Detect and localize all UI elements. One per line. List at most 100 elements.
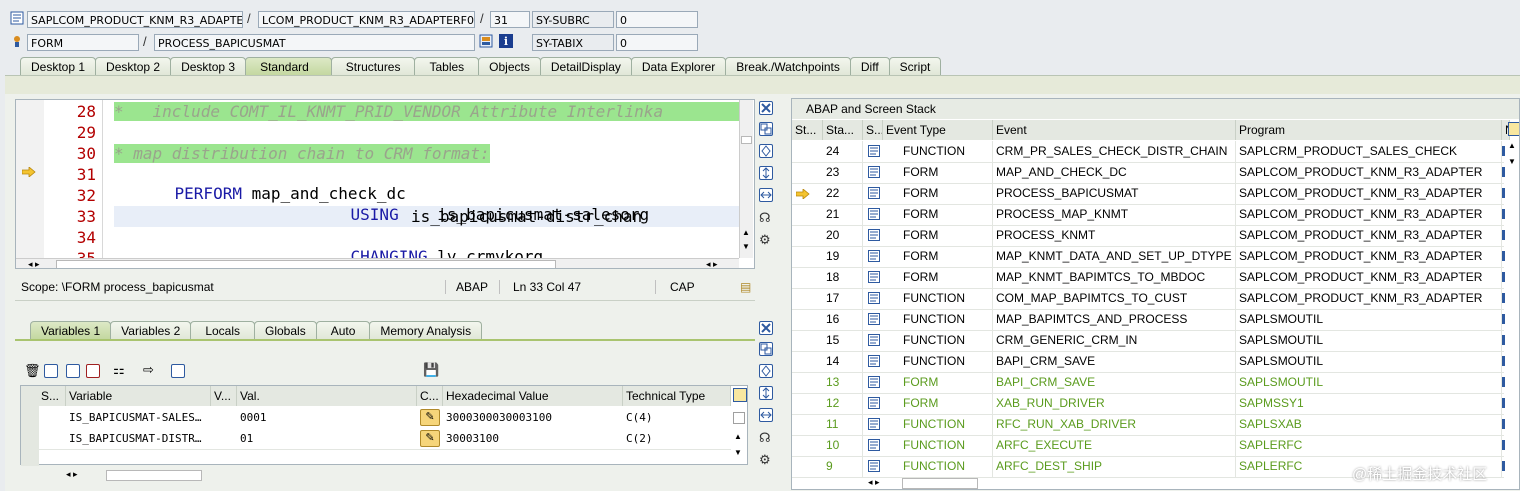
variable-name[interactable]: IS_BAPICUSMAT-SALES… <box>66 407 211 428</box>
program-name[interactable]: SAPLSMOUTIL <box>1236 330 1502 351</box>
program-name[interactable]: SAPLSMOUTIL <box>1236 351 1502 372</box>
tab-detail-display[interactable]: DetailDisplay <box>539 57 632 76</box>
column-header-event-type[interactable]: Event Type <box>883 120 993 140</box>
event-type[interactable]: FORM <box>883 204 993 225</box>
stack-row[interactable]: 22 FORM PROCESS_BAPICUSMAT SAPLCOM_PRODUCT_… <box>792 183 1505 205</box>
tab-desktop-2[interactable]: Desktop 2 <box>95 57 172 76</box>
insert-icon[interactable] <box>44 364 58 378</box>
tool-icon[interactable]: ⚙ <box>759 452 771 468</box>
tab-globals[interactable]: Globals <box>254 321 317 340</box>
program-name[interactable]: SAPLCOM_PRODUCT_KNM_R3_ADAPTER <box>1236 288 1502 309</box>
tab-data-explorer[interactable]: Data Explorer <box>630 57 727 76</box>
stack-level[interactable]: 21 <box>823 204 863 225</box>
event-type[interactable]: FORM <box>883 162 993 183</box>
stack-row[interactable]: 20 FORM PROCESS_KNMT SAPLCOM_PRODUCT_KNM_R3… <box>792 225 1505 247</box>
tab-structures[interactable]: Structures <box>330 57 416 76</box>
event-name[interactable]: CRM_PR_SALES_CHECK_DISTR_CHAIN <box>993 141 1236 162</box>
program-name[interactable]: SAPLCOM_PRODUCT_KNM_R3_ADAPTER <box>1236 162 1502 183</box>
stack-level[interactable]: 15 <box>823 330 863 351</box>
source-code-editor[interactable]: 28 29 30 31 32 33 34 35 * include COMT_I… <box>15 99 755 269</box>
scroll-thumb[interactable] <box>902 478 978 489</box>
scroll-thumb[interactable] <box>106 470 202 481</box>
event-type[interactable]: FUNCTION <box>883 309 993 330</box>
tool-icon[interactable]: ⚙ <box>759 232 771 248</box>
stack-level[interactable]: 19 <box>823 246 863 267</box>
program-name[interactable]: SAPLCOM_PRODUCT_KNM_R3_ADAPTER <box>1236 183 1502 204</box>
event-name[interactable]: ARFC_DEST_SHIP <box>993 456 1236 477</box>
program-name[interactable]: SAPMSSY1 <box>1236 393 1502 414</box>
scroll-thumb[interactable] <box>741 136 752 144</box>
event-type[interactable]: FORM <box>883 393 993 414</box>
stack-level[interactable]: 23 <box>823 162 863 183</box>
list-icon[interactable] <box>66 364 80 378</box>
program-name[interactable]: SAPLERFC <box>1236 435 1502 456</box>
event-type[interactable]: FORM <box>883 372 993 393</box>
scroll-down-icon[interactable]: ▼ <box>742 242 750 251</box>
program-name[interactable]: SAPLCOM_PRODUCT_KNM_R3_ADAPTER <box>1236 267 1502 288</box>
event-name[interactable]: CRM_GENERIC_CRM_IN <box>993 330 1236 351</box>
vertical-resize-icon[interactable] <box>759 166 773 180</box>
scroll-down-icon[interactable]: ▼ <box>1508 157 1516 166</box>
tab-desktop-3[interactable]: Desktop 3 <box>170 57 247 76</box>
stack-vertical-scrollbar[interactable]: ▲ ▼ <box>1507 141 1519 471</box>
column-header-event[interactable]: Event <box>993 120 1236 140</box>
program-name[interactable]: SAPLCOM_PRODUCT_KNM_R3_ADAPTER <box>1236 246 1502 267</box>
tab-break-watchpoints[interactable]: Break./Watchpoints <box>725 57 851 76</box>
column-header-c[interactable]: C... <box>417 386 443 406</box>
close-icon[interactable] <box>759 321 773 335</box>
event-type[interactable]: FORM <box>883 246 993 267</box>
maximize-icon[interactable] <box>759 144 773 158</box>
event-type[interactable]: FUNCTION <box>883 351 993 372</box>
stack-level[interactable]: 20 <box>823 225 863 246</box>
scroll-left-icon[interactable]: ◂ ▸ <box>28 259 40 268</box>
stack-row[interactable]: 24 FUNCTION CRM_PR_SALES_CHECK_DISTR_CHAIN… <box>792 141 1505 163</box>
maximize-icon[interactable] <box>759 364 773 378</box>
event-name[interactable]: BAPI_CRM_SAVE <box>993 372 1236 393</box>
stack-row[interactable]: 11 FUNCTION RFC_RUN_XAB_DRIVER SAPLSXAB <box>792 414 1505 436</box>
event-name[interactable]: MAP_AND_CHECK_DC <box>993 162 1236 183</box>
event-name[interactable]: PROCESS_KNMT <box>993 225 1236 246</box>
column-header-stack-level[interactable]: Sta... <box>823 120 863 140</box>
stack-level[interactable]: 24 <box>823 141 863 162</box>
stack-level[interactable]: 17 <box>823 288 863 309</box>
stack-row[interactable]: 19 FORM MAP_KNMT_DATA_AND_SET_UP_DTYPE SAPL… <box>792 246 1505 268</box>
stack-level[interactable]: 16 <box>823 309 863 330</box>
scroll-down-icon[interactable]: ▼ <box>734 448 742 457</box>
line-field[interactable]: 31 <box>490 11 530 28</box>
program-name[interactable]: SAPLSMOUTIL <box>1236 309 1502 330</box>
stack-row[interactable]: 18 FORM MAP_KNMT_BAPIMTCS_TO_MBDOC SAPLCOM_… <box>792 267 1505 289</box>
variable-value[interactable]: 0001 <box>237 407 417 428</box>
sy-tabix-value[interactable]: 0 <box>616 34 698 51</box>
stack-level[interactable]: 12 <box>823 393 863 414</box>
close-icon[interactable] <box>759 101 773 115</box>
column-header-s[interactable]: S... <box>863 120 883 140</box>
tab-locals[interactable]: Locals <box>190 321 255 340</box>
swap-icon[interactable] <box>759 342 773 356</box>
tab-auto[interactable]: Auto <box>315 321 371 340</box>
event-type[interactable]: FORM <box>883 267 993 288</box>
stack-level[interactable]: 22 <box>823 183 863 204</box>
event-name[interactable]: PROCESS_MAP_KNMT <box>993 204 1236 225</box>
column-header-status[interactable]: S... <box>21 386 66 406</box>
column-header-program[interactable]: Program <box>1236 120 1502 140</box>
stack-row[interactable]: 15 FUNCTION CRM_GENERIC_CRM_IN SAPLSMOUTIL <box>792 330 1505 352</box>
stack-row[interactable]: 13 FORM BAPI_CRM_SAVE SAPLSMOUTIL <box>792 372 1505 394</box>
event-type[interactable]: FUNCTION <box>883 141 993 162</box>
variables-table[interactable]: S... Variable V... Val. C... Hexadecimal… <box>20 385 748 466</box>
scroll-up-icon[interactable]: ▲ <box>742 228 750 237</box>
stack-row[interactable]: 21 FORM PROCESS_MAP_KNMT SAPLCOM_PRODUCT_KN… <box>792 204 1505 226</box>
scroll-up-icon[interactable]: ▲ <box>1508 141 1516 150</box>
stack-level[interactable]: 11 <box>823 414 863 435</box>
save-icon[interactable]: 💾 <box>423 362 439 378</box>
variable-value[interactable]: 01 <box>237 428 417 449</box>
scroll-up-icon[interactable]: ▲ <box>734 432 742 441</box>
folder-icon[interactable] <box>171 364 185 378</box>
tab-objects[interactable]: Objects <box>478 57 541 76</box>
note-icon[interactable]: ▤ <box>740 280 751 294</box>
column-header-val[interactable]: Val. <box>237 386 417 406</box>
hierarchy-icon[interactable]: ⚏ <box>113 362 125 378</box>
program-name[interactable]: SAPLSMOUTIL <box>1236 372 1502 393</box>
program-field[interactable]: SAPLCOM_PRODUCT_KNM_R3_ADAPTER <box>27 11 243 28</box>
tab-standard[interactable]: Standard <box>245 57 332 76</box>
edit-pencil-icon[interactable]: ✎ <box>420 430 440 447</box>
